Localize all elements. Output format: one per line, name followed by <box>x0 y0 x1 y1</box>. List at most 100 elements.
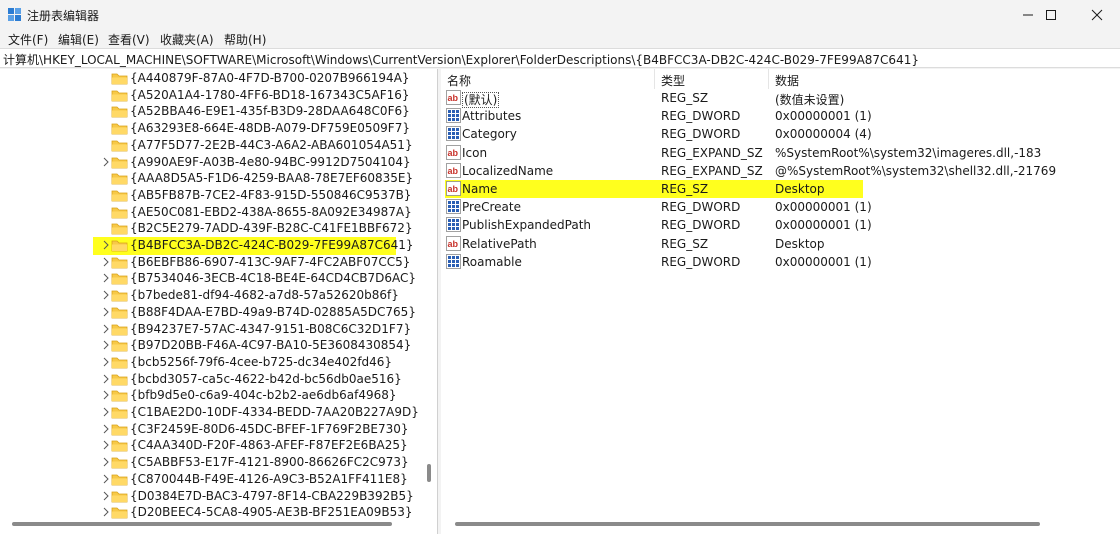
value-row[interactable]: Attributes REG_DWORD 0x00000001 (1) <box>441 107 1120 125</box>
tree-item[interactable]: {B88F4DAA-E7BD-49a9-B74D-02885A5DC765} <box>0 304 420 321</box>
tree-item[interactable]: {C5ABBF53-E17F-4121-8900-86626FC2C973} <box>0 454 420 471</box>
tree-horizontal-scrollbar[interactable] <box>0 516 424 530</box>
menu-edit[interactable]: 编辑(E) <box>58 31 99 48</box>
column-header-type[interactable]: 类型 <box>661 69 771 89</box>
chevron-right-icon[interactable] <box>101 256 111 268</box>
key-tree-pane[interactable]: {A440879F-87A0-4F7D-B700-0207B966194A} {A… <box>0 69 438 534</box>
chevron-right-icon[interactable] <box>101 156 111 168</box>
tree-item[interactable]: {A990AE9F-A03B-4e80-94BC-9912D7504104} <box>0 154 420 171</box>
column-separator[interactable] <box>654 69 655 89</box>
value-row-selected[interactable]: ab Name REG_SZ Desktop <box>441 180 1120 198</box>
chevron-right-icon[interactable] <box>101 306 111 318</box>
binary-value-icon <box>446 108 461 124</box>
value-row[interactable]: PublishExpandedPath REG_DWORD 0x00000001 (… <box>441 216 1120 234</box>
folder-icon <box>111 340 128 352</box>
tree-item[interactable]: {AE50C081-EBD2-438A-8655-8A092E34987A} <box>0 204 420 221</box>
tree-item-label: {A63293E8-664E-48DB-A079-DF759E0509F7} <box>130 121 410 136</box>
tree-item-label: {A77F5D77-2E2B-44C3-A6A2-ABA601054A51} <box>130 137 413 152</box>
address-bar[interactable]: 计算机\HKEY_LOCAL_MACHINE\SOFTWARE\Microsof… <box>0 48 1120 68</box>
value-name: Category <box>462 127 517 142</box>
svg-text:ab: ab <box>448 184 459 194</box>
tree-horizontal-scroll-thumb[interactable] <box>12 522 392 526</box>
chevron-right-icon[interactable] <box>101 389 111 401</box>
tree-item-label: {bcbd3057-ca5c-4622-b42d-bc56db0ae516} <box>130 371 402 386</box>
tree-item[interactable]: {A440879F-87A0-4F7D-B700-0207B966194A} <box>0 70 420 87</box>
value-data: %SystemRoot%\system32\imageres.dll,-183 <box>775 145 1042 160</box>
tree-vertical-scrollbar[interactable] <box>424 69 434 514</box>
folder-icon <box>111 424 128 436</box>
chevron-right-icon[interactable] <box>101 289 111 301</box>
menu-help[interactable]: 帮助(H) <box>224 31 266 48</box>
column-header-name[interactable]: 名称 <box>447 69 657 89</box>
value-type: REG_DWORD <box>661 127 741 142</box>
tree-item[interactable]: {bfb9d5e0-c6a9-404c-b2b2-ae6db6af4968} <box>0 387 420 404</box>
tree-item[interactable]: {AB5FB87B-7CE2-4F83-915D-550846C9537B} <box>0 187 420 204</box>
tree-item[interactable]: {bcb5256f-79f6-4cee-b725-dc34e402fd46} <box>0 354 420 371</box>
value-type: REG_SZ <box>661 91 709 105</box>
chevron-right-icon[interactable] <box>101 439 111 451</box>
tree-item-selected[interactable]: {B4BFCC3A-DB2C-424C-B029-7FE99A87C641} <box>0 237 420 255</box>
chevron-right-icon[interactable] <box>101 456 111 468</box>
chevron-right-icon[interactable] <box>101 323 111 335</box>
tree-item[interactable]: {A520A1A4-1780-4FF6-BD18-167343C5AF16} <box>0 87 420 104</box>
menu-bar: 文件(F) 编辑(E) 查看(V) 收藏夹(A) 帮助(H) <box>0 30 1120 48</box>
value-row[interactable]: PreCreate REG_DWORD 0x00000001 (1) <box>441 198 1120 216</box>
chevron-right-icon[interactable] <box>101 272 111 284</box>
tree-vertical-scroll-thumb[interactable] <box>427 464 431 482</box>
tree-item[interactable]: {C870044B-F49E-4126-A9C3-B52A1FF411E8} <box>0 471 420 488</box>
column-separator[interactable] <box>768 69 769 89</box>
folder-icon <box>111 123 128 135</box>
tree-item[interactable]: {AAA8D5A5-F1D6-4259-BAA8-78E7EF60835E} <box>0 170 420 187</box>
tree-item-label: {AE50C081-EBD2-438A-8655-8A092E34987A} <box>130 204 412 219</box>
menu-file[interactable]: 文件(F) <box>8 31 48 48</box>
tree-item[interactable]: {A77F5D77-2E2B-44C3-A6A2-ABA601054A51} <box>0 137 420 154</box>
tree-item[interactable]: {bcbd3057-ca5c-4622-b42d-bc56db0ae516} <box>0 371 420 388</box>
chevron-right-icon[interactable] <box>101 356 111 368</box>
column-header-data[interactable]: 数据 <box>775 69 1075 89</box>
values-pane[interactable]: 名称 类型 数据 ab (默认) REG_SZ (数值未设置) Attributes RE… <box>441 69 1120 534</box>
tree-item[interactable]: {B94237E7-57AC-4347-9151-B08C6C32D1F7} <box>0 321 420 338</box>
chevron-right-icon[interactable] <box>101 473 111 485</box>
chevron-right-icon[interactable] <box>101 373 111 385</box>
value-row[interactable]: ab LocalizedName REG_EXPAND_SZ @%SystemRoot… <box>441 162 1120 180</box>
folder-icon <box>111 173 128 185</box>
value-type: REG_DWORD <box>661 218 741 233</box>
value-row[interactable]: ab (默认) REG_SZ (数值未设置) <box>441 89 1120 108</box>
tree-item-label: {B88F4DAA-E7BD-49a9-B74D-02885A5DC765} <box>130 304 416 319</box>
value-row[interactable]: ab Icon REG_EXPAND_SZ %SystemRoot%\system32… <box>441 144 1120 162</box>
tree-item[interactable]: {C3F2459E-80D6-45DC-BFEF-1F769F2BE730} <box>0 421 420 438</box>
tree-item[interactable]: {A63293E8-664E-48DB-A079-DF759E0509F7} <box>0 120 420 137</box>
tree-item[interactable]: {D0384E7D-BAC3-4797-8F14-CBA229B392B5} <box>0 488 420 505</box>
string-value-icon: ab <box>446 235 461 251</box>
tree-item[interactable]: {B2C5E279-7ADD-439F-B28C-C41FE1BBF672} <box>0 220 420 237</box>
menu-view[interactable]: 查看(V) <box>108 31 150 48</box>
tree-item-label: {AAA8D5A5-F1D6-4259-BAA8-78E7EF60835E} <box>130 171 414 186</box>
tree-item[interactable]: {B6EBFB86-6907-413C-9AF7-4FC2ABF07CC5} <box>0 254 420 271</box>
maximize-button[interactable] <box>1028 0 1074 30</box>
tree-item[interactable]: {C1BAE2D0-10DF-4334-BEDD-7AA20B227A9D} <box>0 404 420 421</box>
values-horizontal-scrollbar[interactable] <box>441 516 1120 530</box>
regedit-app-icon <box>8 8 22 22</box>
value-data: @%SystemRoot%\system32\shell32.dll,-2176… <box>775 163 1057 178</box>
value-row[interactable]: ab RelativePath REG_SZ Desktop <box>441 235 1120 253</box>
value-type: REG_DWORD <box>661 109 741 124</box>
chevron-right-icon[interactable] <box>101 490 111 502</box>
chevron-right-icon[interactable] <box>101 406 111 418</box>
tree-item[interactable]: {B7534046-3ECB-4C18-BE4E-64CD4CB7D6AC} <box>0 270 420 287</box>
chevron-right-icon[interactable] <box>101 423 111 435</box>
chevron-right-icon[interactable] <box>101 339 111 351</box>
folder-icon <box>111 240 128 252</box>
menu-favorites[interactable]: 收藏夹(A) <box>160 31 214 48</box>
svg-text:ab: ab <box>448 93 459 103</box>
value-row[interactable]: Category REG_DWORD 0x00000004 (4) <box>441 125 1120 143</box>
tree-item[interactable]: {C4AA340D-F20F-4863-AFEF-F87EF2E6BA25} <box>0 437 420 454</box>
chevron-right-icon[interactable] <box>101 239 111 251</box>
tree-item[interactable]: {B97D20BB-F46A-4C97-BA10-5E3608430854} <box>0 337 420 354</box>
address-path[interactable]: 计算机\HKEY_LOCAL_MACHINE\SOFTWARE\Microsof… <box>3 51 919 68</box>
tree-item[interactable]: {A52BBA46-E9E1-435f-B3D9-28DAA648C0F6} <box>0 103 420 120</box>
values-horizontal-scroll-thumb[interactable] <box>455 522 1040 526</box>
svg-text:ab: ab <box>448 166 459 176</box>
value-row[interactable]: Roamable REG_DWORD 0x00000001 (1) <box>441 253 1120 271</box>
close-button[interactable] <box>1074 0 1120 30</box>
tree-item[interactable]: {b7bede81-df94-4682-a7d8-57a52620b86f} <box>0 287 420 304</box>
